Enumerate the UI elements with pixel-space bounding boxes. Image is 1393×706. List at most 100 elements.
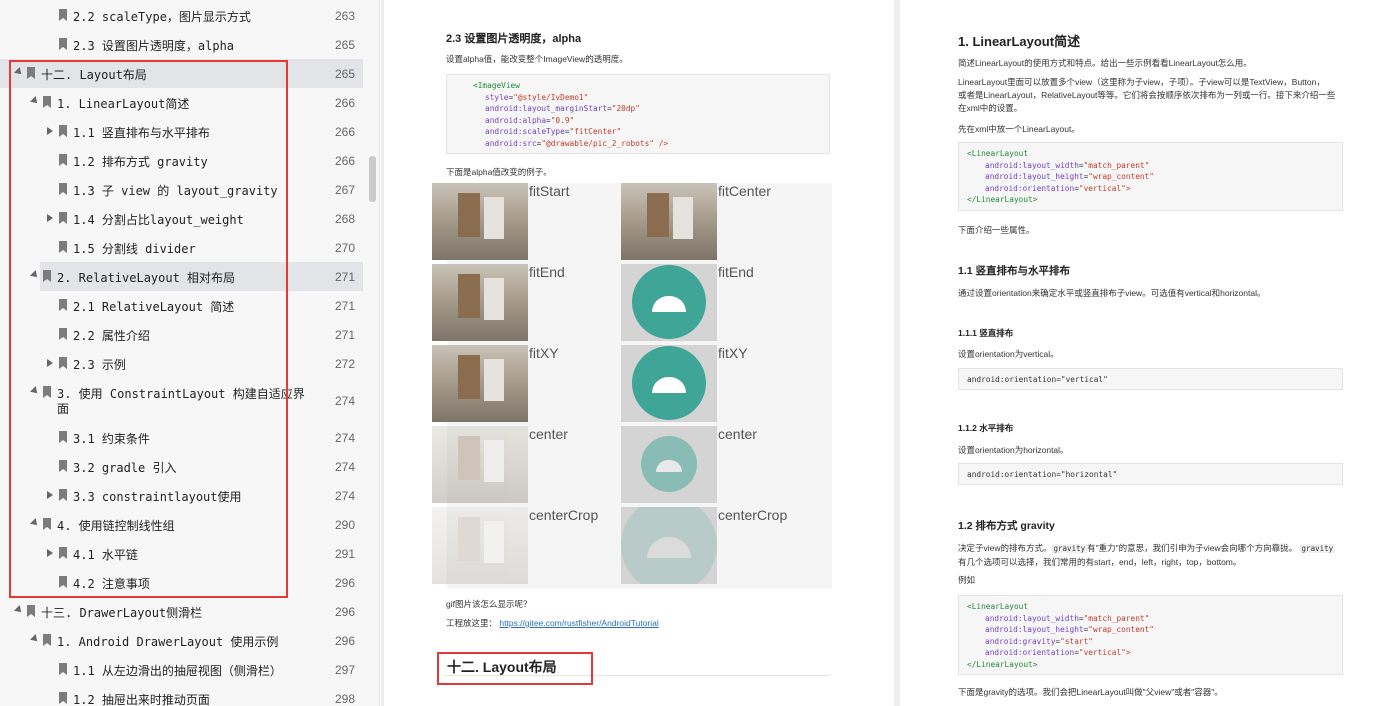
toc-item[interactable]: 1. Android DrawerLayout 使用示例 296 — [0, 626, 363, 655]
paragraph-10: 下面是gravity的选项。我们会把LinearLayout叫做"父view"或… — [958, 687, 1223, 697]
scaletype-label: fitEnd — [529, 264, 565, 280]
code-attr: android:layout_width — [985, 613, 1079, 623]
caret-expanded-icon[interactable] — [14, 605, 24, 615]
toc-item[interactable]: 3.1 约束条件 274 — [0, 423, 363, 452]
scaletype-label: fitXY — [718, 345, 748, 361]
toc-item[interactable]: 2. RelativeLayout 相对布局 271 — [30, 262, 363, 291]
paragraph-2a: LinearLayout里面可以放置多个view（这里称为子view，子项）。子… — [958, 77, 1325, 87]
code-horizontal: android:orientation="horizontal" — [967, 470, 1118, 479]
heading-1-1-2: 1.1.2 水平排布 — [958, 423, 1014, 433]
code-block-imageview: <ImageView style="@style/IvDemo1" android:… — [446, 74, 830, 154]
paragraph-1: 简述LinearLayout的使用方式和特点。给出一些示例看看LinearLay… — [958, 58, 1252, 68]
toc-item[interactable]: 1.1 竖直排布与水平排布 266 — [0, 117, 363, 146]
caret-expanded-icon[interactable] — [30, 386, 40, 396]
toc-item-page: 265 — [334, 38, 355, 52]
toc-item[interactable]: 4.1 水平链 291 — [0, 539, 363, 568]
heading-1-1-1: 1.1.1 竖直排布 — [958, 328, 1014, 338]
toc-item-page: 268 — [334, 212, 355, 226]
grid-cell: fitXY — [621, 345, 811, 423]
toc-item[interactable]: 4. 使用链控制线性组 290 — [0, 510, 363, 539]
bookmark-icon — [59, 154, 67, 166]
toc-item-label: 3.1 约束条件 — [73, 432, 150, 446]
toc-item[interactable]: 1.2 抽屉出来时推动页面 298 — [0, 684, 363, 706]
toc-item-page: 290 — [334, 518, 355, 532]
code-attr: android:orientation — [985, 183, 1075, 193]
bookmark-icon — [59, 212, 67, 224]
caret-collapsed-icon[interactable] — [47, 127, 53, 135]
scaletype-label: centerCrop — [718, 507, 788, 523]
robot-figure-brown — [647, 193, 669, 237]
toc-item[interactable]: 2.2 scaleType，图片显示方式 263 — [0, 1, 363, 30]
bookmark-icon — [43, 386, 51, 398]
grid-thumbnail — [432, 264, 528, 341]
toc-item-label: 4. 使用链控制线性组 — [57, 519, 175, 533]
caret-expanded-icon[interactable] — [14, 67, 24, 77]
toc-item[interactable]: 3.3 constraintlayout使用 274 — [0, 481, 363, 510]
caret-collapsed-icon[interactable] — [47, 491, 53, 499]
caret-expanded-icon[interactable] — [30, 634, 40, 644]
toc-item[interactable]: 2.3 示例 272 — [0, 349, 363, 378]
toc-item-page: 267 — [334, 183, 355, 197]
toc-item[interactable]: 2.2 属性介绍 271 — [0, 320, 363, 349]
bookmark-icon — [27, 67, 35, 79]
toc-item[interactable]: 十三. DrawerLayout侧滑栏 296 — [0, 597, 363, 626]
p8a: 决定子view的排布方式。 — [958, 543, 1052, 553]
caret-expanded-icon[interactable] — [30, 96, 40, 106]
paragraph-4: 下面介绍一些属性。 — [958, 225, 1035, 235]
code-attr: android:orientation — [985, 648, 1075, 658]
paragraph-5: 通过设置orientation来确定水平或竖直排布子view。可选值有verti… — [958, 288, 1266, 298]
toc-item[interactable]: 十二. Layout布局 265 — [0, 59, 363, 88]
code-line: android:orientation="vertical"> — [985, 648, 1131, 658]
toc-item[interactable]: 1.2 排布方式 gravity 266 — [0, 146, 363, 175]
toc-item[interactable]: 2.3 设置图片透明度，alpha 265 — [0, 30, 363, 59]
bookmark-icon — [43, 270, 51, 282]
project-link[interactable]: https://gitee.com/rustfisher/AndroidTuto… — [499, 618, 658, 628]
code-line: android:layout_width="match_parent" — [985, 613, 1150, 623]
code-line: android:layout_height="wrap_content" — [985, 625, 1154, 635]
toc-item[interactable]: 3.2 gradle 引入 274 — [0, 452, 363, 481]
grid-thumbnail — [621, 426, 717, 503]
code-attr: android:layout_marginStart — [485, 104, 608, 114]
toc-item-label: 2.2 属性介绍 — [73, 329, 150, 343]
toc-item-page: 274 — [334, 460, 355, 474]
toc-item-label: 十二. Layout布局 — [41, 68, 147, 82]
sidebar-scrollbar-thumb[interactable] — [369, 156, 376, 202]
toc-item-label: 1.4 分割占比layout_weight — [73, 213, 244, 227]
heading-linearlayout: 1. LinearLayout简述 — [958, 34, 1081, 49]
toc-item-page: 271 — [334, 299, 355, 313]
scaletype-label: fitCenter — [718, 183, 771, 199]
code-attr: android:gravity — [985, 636, 1056, 646]
caret-expanded-icon[interactable] — [30, 270, 40, 280]
toc-item-label: 3. 使用 ConstraintLayout 构建自适应界 — [57, 387, 305, 401]
toc-item[interactable]: 1.5 分割线 divider 270 — [0, 233, 363, 262]
toc-item[interactable]: 3. 使用 ConstraintLayout 构建自适应界面 274 — [0, 378, 363, 423]
toc-item[interactable]: 4.2 注意事项 296 — [0, 568, 363, 597]
bookmark-icon — [59, 328, 67, 340]
toc-item-label: 1.1 竖直排布与水平排布 — [73, 126, 210, 140]
code-tag: <ImageView — [473, 81, 520, 90]
caret-expanded-icon[interactable] — [30, 518, 40, 528]
toc-item[interactable]: 1.4 分割占比layout_weight 268 — [0, 204, 363, 233]
grid-thumbnail — [432, 507, 528, 584]
paragraph-8: 决定子view的排布方式。 gravity 有"重力"的意思，我们引申为子view会… — [958, 542, 1336, 554]
caret-collapsed-icon[interactable] — [47, 359, 53, 367]
toc-item[interactable]: 1.3 子 view 的 layout_gravity 267 — [0, 175, 363, 204]
toc-item-page: 266 — [334, 96, 355, 110]
toc-item[interactable]: 2.1 RelativeLayout 简述 271 — [0, 291, 363, 320]
grid-cell: center — [621, 426, 811, 504]
bookmark-icon — [59, 576, 67, 588]
toc-item-page: 296 — [334, 576, 355, 590]
code-value: "vertical"> — [1078, 648, 1131, 658]
code-value: "0.9" — [550, 115, 575, 125]
code-attr: android:src — [485, 138, 537, 148]
bookmark-icon — [59, 357, 67, 369]
toc-item-label: 1. LinearLayout简述 — [57, 97, 190, 111]
toc-item-page: 296 — [334, 605, 355, 619]
toc-item[interactable]: 1. LinearLayout简述 266 — [0, 88, 363, 117]
toc-item[interactable]: 1.1 从左边滑出的抽屉视图（侧滑栏） 297 — [0, 655, 363, 684]
code-line: android:layout_height="wrap_content" — [985, 172, 1154, 182]
caret-collapsed-icon[interactable] — [47, 549, 53, 557]
caret-collapsed-icon[interactable] — [47, 214, 53, 222]
code-line: android:layout_marginStart="20dp" — [485, 104, 640, 114]
code-attr: style — [485, 92, 509, 102]
